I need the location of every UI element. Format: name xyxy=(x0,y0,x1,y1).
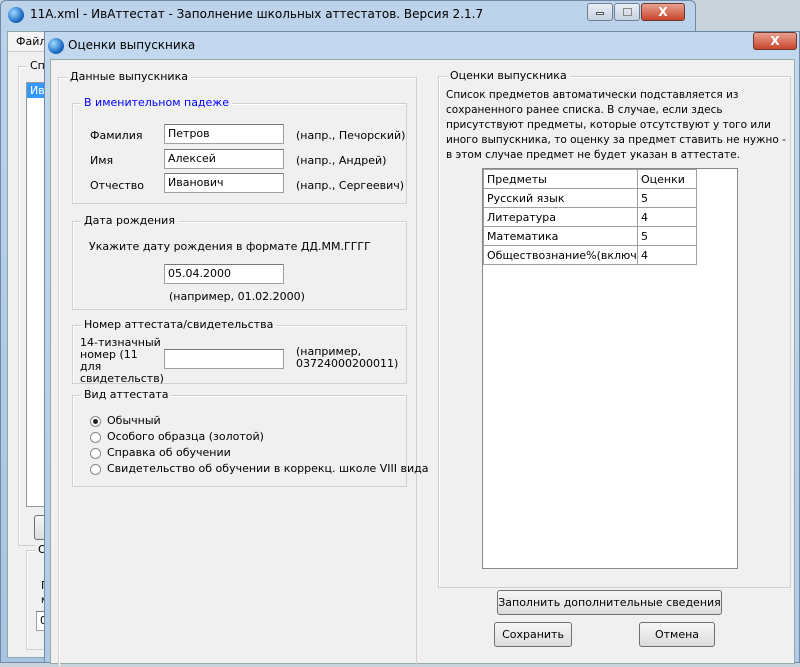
subject-cell[interactable]: Литература xyxy=(483,207,638,227)
name-group: В именительном падеже Фамилия Петров (на… xyxy=(72,96,407,204)
firstname-hint: (напр., Андрей) xyxy=(296,154,387,167)
grades-group: Оценки выпускника Список предметов автом… xyxy=(438,69,791,588)
birth-group: Дата рождения Укажите дату рождения в фо… xyxy=(72,214,407,310)
grade-cell[interactable]: 5 xyxy=(637,188,697,208)
firstname-input[interactable]: Алексей xyxy=(164,149,284,169)
grid-header-row: Предметы Оценки xyxy=(483,169,697,189)
column-header-subjects[interactable]: Предметы xyxy=(483,169,638,189)
grades-dialog: Оценки выпускника X Данные выпускника В … xyxy=(44,31,800,667)
table-row: Литература 4 xyxy=(483,207,697,227)
radio-label: Свидетельство об обучении в коррекц. шко… xyxy=(107,462,429,475)
certificate-group: Номер аттестата/свидетельства 14-тизначн… xyxy=(72,318,407,385)
patronymic-label: Отчество xyxy=(90,179,145,192)
dialog-globe-icon xyxy=(48,38,64,54)
radio-label: Особого образца (золотой) xyxy=(107,430,264,443)
radio-correctional[interactable]: Свидетельство об обучении в коррекц. шко… xyxy=(90,462,429,478)
type-group-legend: Вид аттестата xyxy=(81,388,172,401)
grades-grid[interactable]: Предметы Оценки Русский язык 5 Литература 4… xyxy=(482,168,738,569)
column-header-grades[interactable]: Оценки xyxy=(637,169,697,189)
grade-cell[interactable]: 4 xyxy=(637,207,697,227)
radio-icon[interactable] xyxy=(90,431,101,443)
subject-cell[interactable]: Русский язык xyxy=(483,188,638,208)
certificate-hint: (например, 03724000200011) xyxy=(296,345,399,370)
app-globe-icon xyxy=(8,7,24,23)
dialog-title: Оценки выпускника xyxy=(68,38,196,52)
table-row: Обществознание%(включая экономику и прав… xyxy=(483,245,697,265)
radio-certificate-of-study[interactable]: Справка об обучении xyxy=(90,446,429,462)
patronymic-hint: (напр., Сергеевич) xyxy=(296,179,405,192)
certificate-label: 14-тизначный номер (11 для свидетельств) xyxy=(80,336,164,385)
maximize-button[interactable] xyxy=(614,3,640,21)
firstname-label: Имя xyxy=(90,154,114,167)
surname-hint: (напр., Печорский) xyxy=(296,129,406,142)
radio-label: Обычный xyxy=(107,414,161,427)
fill-extra-button[interactable]: Заполнить дополнительные сведения xyxy=(497,590,722,615)
grades-group-legend: Оценки выпускника xyxy=(447,69,570,82)
name-group-legend: В именительном падеже xyxy=(81,96,232,109)
graduate-group-legend: Данные выпускника xyxy=(67,70,191,83)
main-close-button[interactable]: X xyxy=(641,3,685,21)
menu-file[interactable]: Файл xyxy=(16,35,46,48)
main-window-title: 11A.xml - ИвАттестат - Заполнение школьн… xyxy=(30,7,484,21)
grade-cell[interactable]: 5 xyxy=(637,226,697,246)
subject-cell[interactable]: Математика xyxy=(483,226,638,246)
radio-icon[interactable] xyxy=(90,463,101,475)
patronymic-input[interactable]: Иванович xyxy=(164,173,284,193)
grades-description: Список предметов автоматически подставля… xyxy=(446,89,786,161)
dialog-close-button[interactable]: X xyxy=(753,32,797,50)
radio-label: Справка об обучении xyxy=(107,446,231,459)
radio-ordinary[interactable]: Обычный xyxy=(90,414,429,430)
radio-icon[interactable] xyxy=(90,447,101,459)
cancel-button[interactable]: Отмена xyxy=(639,622,715,647)
grade-cell[interactable]: 4 xyxy=(637,245,697,265)
radio-gold[interactable]: Особого образца (золотой) xyxy=(90,430,429,446)
minimize-button[interactable] xyxy=(587,3,613,21)
subject-cell[interactable]: Обществознание%(включая экономику и прав… xyxy=(483,245,638,265)
birth-group-legend: Дата рождения xyxy=(81,214,178,227)
table-row: Математика 5 xyxy=(483,226,697,246)
birth-date-input[interactable]: 05.04.2000 xyxy=(164,264,284,284)
certificate-type-group: Вид аттестата Обычный Особого образца (з… xyxy=(72,388,429,487)
certificate-input[interactable] xyxy=(164,349,284,369)
birth-instruction: Укажите дату рождения в формате ДД.ММ.ГГ… xyxy=(89,240,371,253)
certificate-group-legend: Номер аттестата/свидетельства xyxy=(81,318,277,331)
birth-hint: (например, 01.02.2000) xyxy=(169,290,305,303)
graduate-group: Данные выпускника В именительном падеже … xyxy=(58,70,429,667)
radio-selected-icon[interactable] xyxy=(90,415,101,427)
table-row: Русский язык 5 xyxy=(483,188,697,208)
save-button[interactable]: Сохранить xyxy=(494,622,572,647)
surname-input[interactable]: Петров xyxy=(164,124,284,144)
surname-label: Фамилия xyxy=(90,129,143,142)
